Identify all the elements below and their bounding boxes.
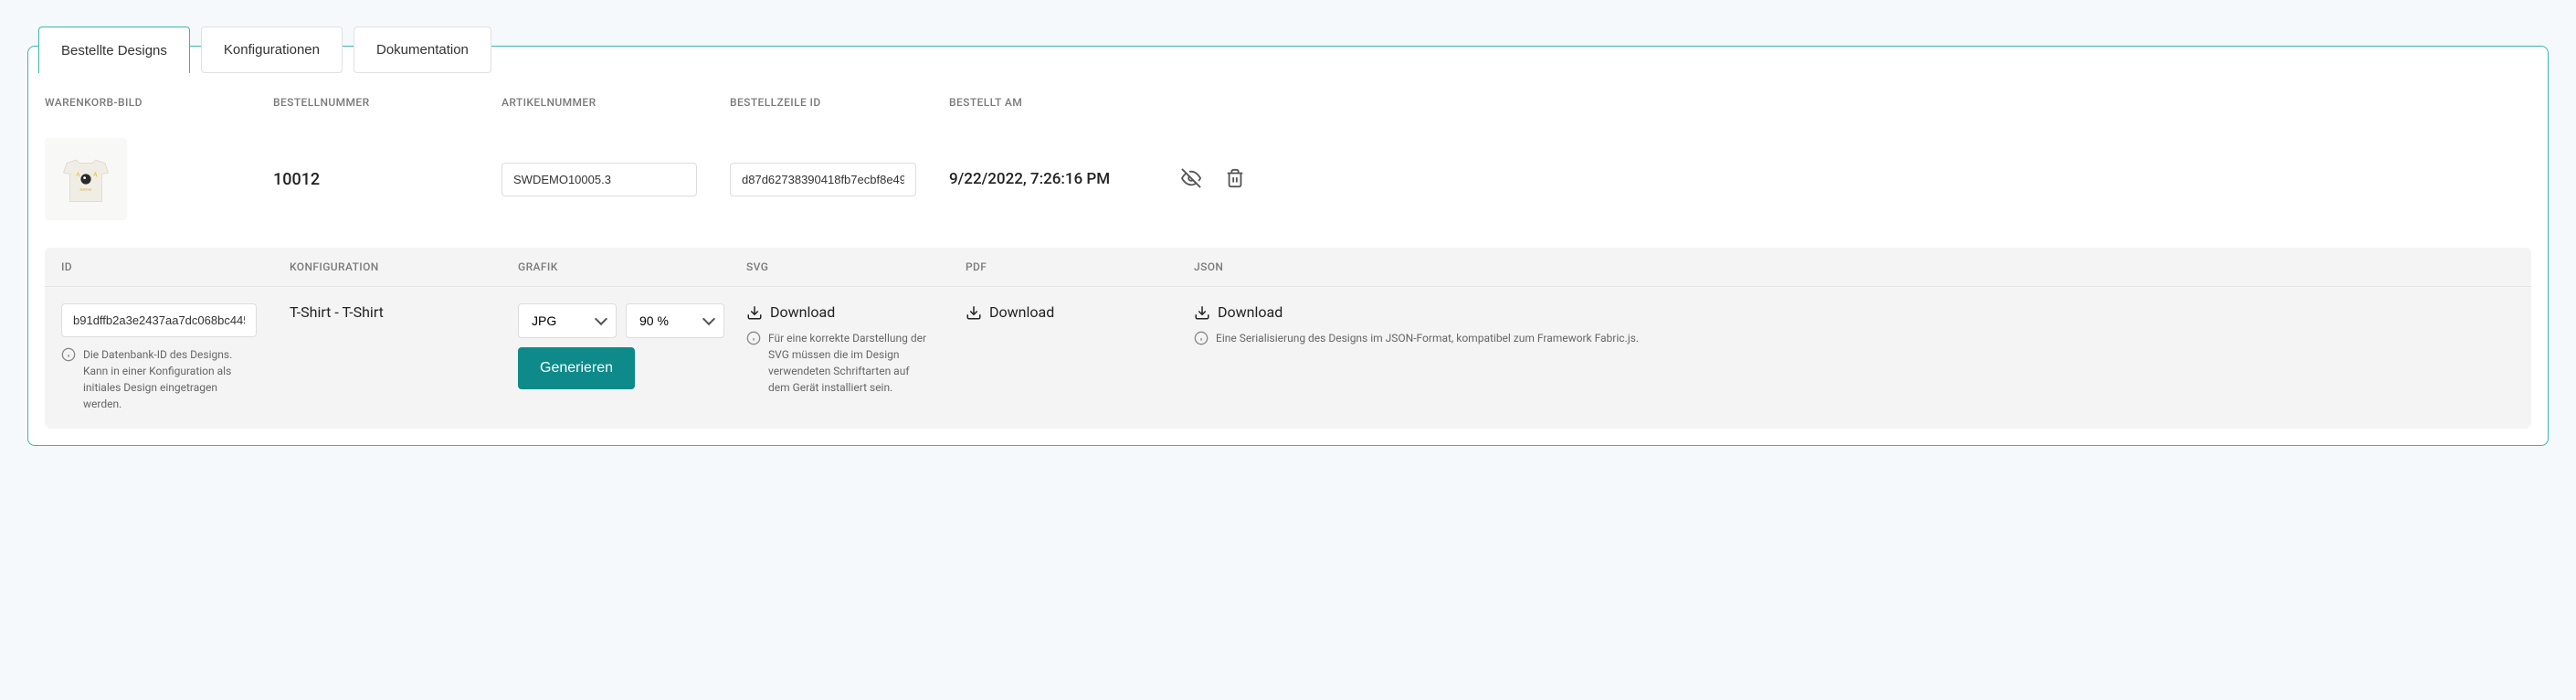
col-header-image: WARENKORB-BILD [28,83,257,122]
generate-button[interactable]: Generieren [518,347,635,389]
line-id-input[interactable] [730,163,916,196]
cell-line-id [713,122,933,237]
svg-hint: Für eine korrekte Darstellung der SVG mü… [746,330,933,396]
col-header-actions [1161,83,2548,122]
download-icon [1194,304,1210,321]
sub-col-header-graphic: GRAFIK [501,248,730,287]
cell-order-number: 10012 [257,122,485,237]
sub-col-header-config: KONFIGURATION [273,248,501,287]
sub-cell-svg: Download Für eine korrekte Darstellung d… [730,287,949,429]
info-icon [1194,331,1209,345]
col-header-article-number: ARTIKELNUMMER [485,83,713,122]
graphic-quality-select[interactable]: 90 % [626,303,724,338]
design-id-input[interactable] [61,303,257,337]
sub-col-header-json: JSON [1177,248,2531,287]
order-number-value: 10012 [273,170,320,189]
svg-text:Summer: Summer [79,188,92,192]
sub-col-header-svg: SVG [730,248,949,287]
main-container: WARENKORB-BILD BESTELLNUMMER ARTIKELNUMM… [27,46,2549,446]
svg-download-link[interactable]: Download [746,303,835,321]
col-header-line-id: BESTELLZEILE ID [713,83,933,122]
article-number-input[interactable] [501,163,697,196]
tab-documentation[interactable]: Dokumentation [354,27,491,73]
download-icon [746,304,763,321]
product-thumbnail: Summer [45,138,127,220]
visibility-off-button[interactable] [1177,164,1205,195]
cell-image: Summer [28,122,257,237]
info-icon [61,347,76,362]
sub-cell-graphic: JPG 90 % Generieren [501,287,730,429]
info-icon [746,331,761,345]
sub-cell-pdf: Download [949,287,1177,429]
sub-panel: ID KONFIGURATION GRAFIK SVG PDF JSON Die… [45,248,2531,429]
cell-actions [1161,122,2548,237]
cell-article-number [485,122,713,237]
cell-ordered-at: 9/22/2022, 7:26:16 PM [933,122,1161,237]
config-value: T-Shirt - T-Shirt [290,303,384,321]
eye-off-icon [1181,168,1201,188]
tab-ordered-designs[interactable]: Bestellte Designs [38,27,190,73]
json-download-link[interactable]: Download [1194,303,1283,321]
trash-icon [1225,168,1245,188]
col-header-ordered-at: BESTELLT AM [933,83,1161,122]
delete-button[interactable] [1221,164,1249,195]
tab-configurations[interactable]: Konfigurationen [201,27,343,73]
pdf-download-link[interactable]: Download [966,303,1054,321]
sub-col-header-pdf: PDF [949,248,1177,287]
sub-col-header-id: ID [45,248,273,287]
sub-cell-id: Die Datenbank-ID des Designs. Kann in ei… [45,287,273,429]
graphic-format-select[interactable]: JPG [518,303,617,338]
sub-cell-config: T-Shirt - T-Shirt [273,287,501,429]
json-hint: Eine Serialisierung des Designs im JSON-… [1194,330,1639,346]
col-header-order-number: BESTELLNUMMER [257,83,485,122]
download-icon [966,304,982,321]
ordered-at-value: 9/22/2022, 7:26:16 PM [949,170,1110,188]
id-hint: Die Datenbank-ID des Designs. Kann in ei… [61,346,257,412]
sub-cell-json: Download Eine Serialisierung des Designs… [1177,287,2531,429]
